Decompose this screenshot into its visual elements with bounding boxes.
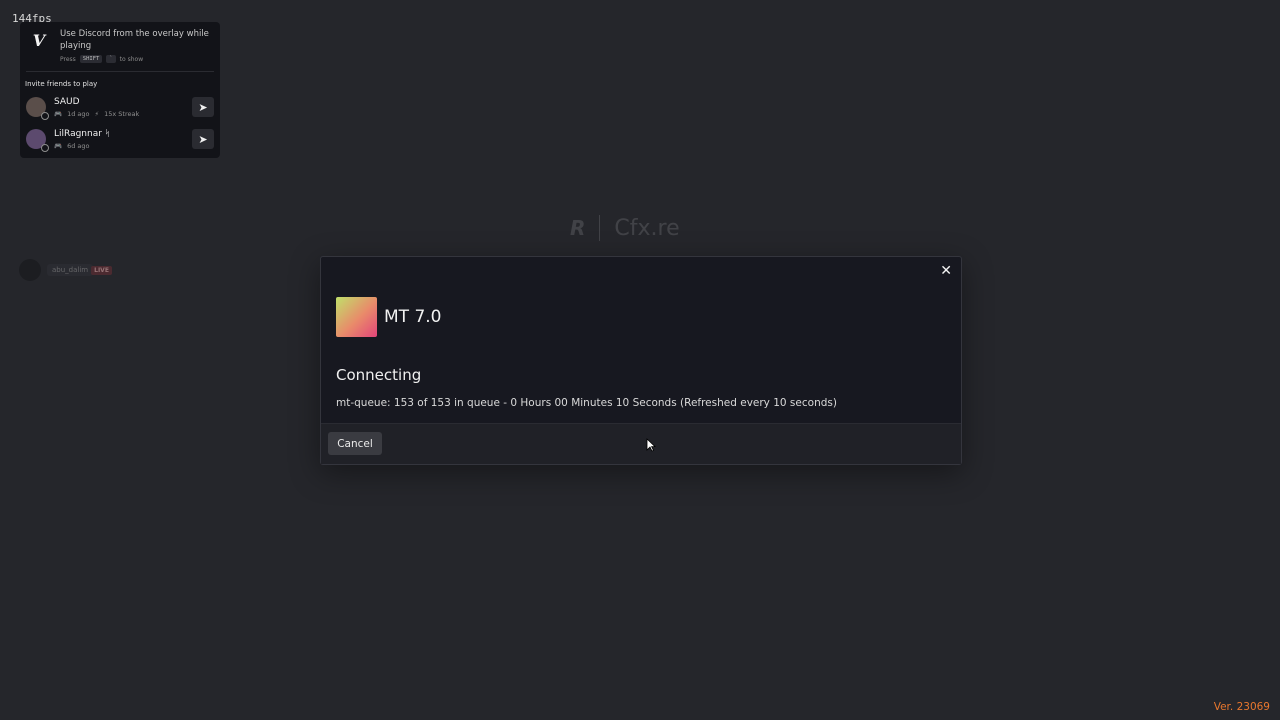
friend-name: LilRagnnar ᛋ [54,128,111,139]
cfx-logo: Cfx.re [614,215,680,241]
gamepad-icon: 🎮 [54,141,63,150]
rockstar-logo-icon: R [570,216,586,240]
cancel-button[interactable]: Cancel [328,432,382,455]
friend-name: SAUD [54,96,80,107]
gamepad-icon: 🎮 [54,109,63,118]
friend-row: LilRagnnar ᛋ 🎮 6d ago ➤ [26,126,214,152]
dialog-footer: Cancel [321,423,961,464]
overlay-hint: Press SHIFT ` to show [60,55,214,63]
hint-show-text: to show [119,55,144,63]
lightning-icon: ⚡ [94,109,100,118]
discord-overlay: V Use Discord from the overlay while pla… [20,22,220,158]
live-badge: LIVE [91,265,112,275]
friend-streak: 15x Streak [104,109,140,118]
send-arrow-icon: ➤ [198,100,208,114]
avatar [26,97,49,120]
friend-last-played: 6d ago [67,141,90,150]
background-branding: R Cfx.re [570,215,680,241]
overlay-title: Use Discord from the overlay while playi… [60,29,209,51]
shift-key: SHIFT [79,55,103,63]
avatar [26,129,49,152]
status-title: Connecting [336,366,422,384]
connecting-dialog: ✕ MT 7.0 Connecting mt-queue: 153 of 153… [320,256,962,465]
friend-last-played: 1d ago [67,109,90,118]
status-indicator [41,144,49,152]
queue-status-message: mt-queue: 153 of 153 in queue - 0 Hours … [336,397,837,409]
streamer-name: abu_dalim [47,264,94,276]
hint-press-text: Press [60,55,76,63]
version-label: Ver. 23069 [1213,701,1270,713]
gta-logo-icon: V [32,31,46,50]
friend-row: SAUD 🎮 1d ago ⚡ 15x Streak ➤ [26,94,214,120]
send-invite-button[interactable]: ➤ [192,129,214,149]
invite-friends-label: Invite friends to play [25,80,98,88]
live-stream-indicator[interactable]: abu_dalim LIVE [19,259,112,281]
overlay-header: V Use Discord from the overlay while pla… [26,28,214,72]
server-icon [336,297,377,337]
backtick-key: ` [106,55,116,63]
divider [599,215,601,241]
avatar [19,259,41,281]
server-name: MT 7.0 [384,307,442,327]
status-indicator [41,112,49,120]
send-invite-button[interactable]: ➤ [192,97,214,117]
send-arrow-icon: ➤ [198,132,208,146]
close-icon[interactable]: ✕ [940,263,952,279]
